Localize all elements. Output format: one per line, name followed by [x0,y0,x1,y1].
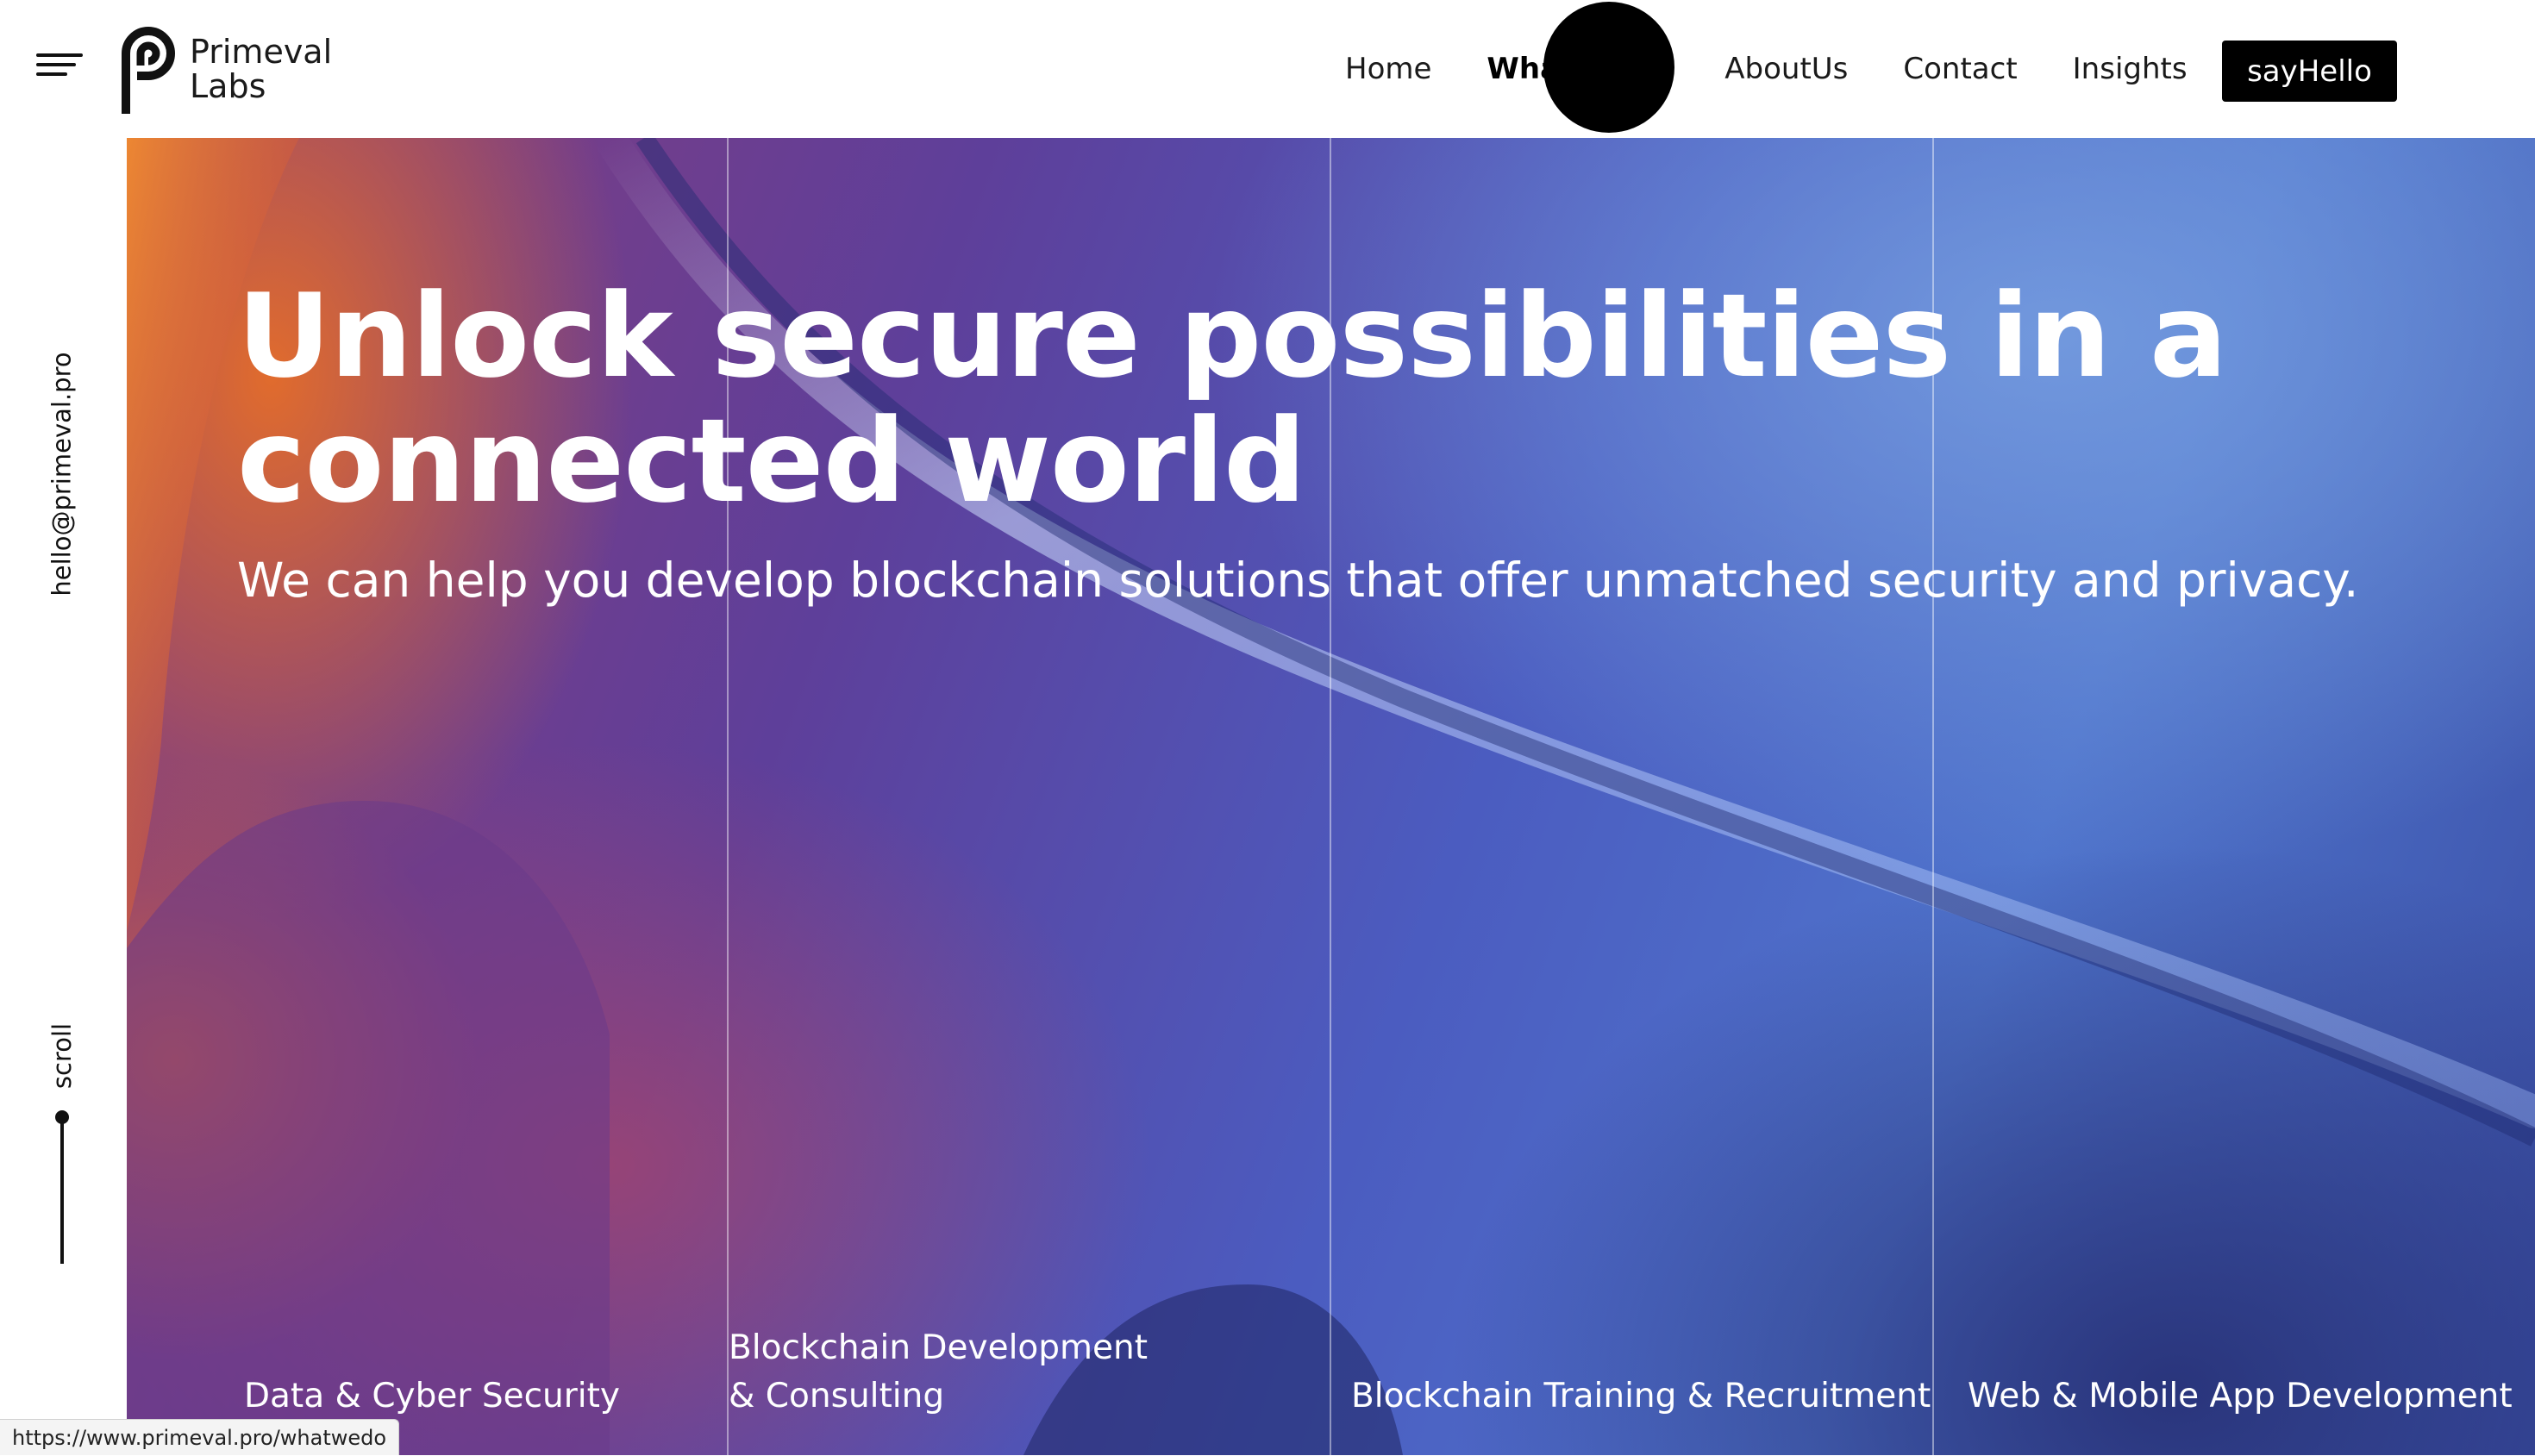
service-blockchain-development[interactable]: Blockchain Development & Consulting [729,1324,1177,1421]
nav-item-insights[interactable]: Insights [2073,52,2188,86]
sidebar-email-link[interactable]: hello@primeval.pro [43,345,81,603]
hero-section: Unlock secure possibilities in a connect… [127,138,2535,1455]
nav-item-home[interactable]: Home [1345,52,1431,86]
nav-item-contact[interactable]: Contact [1903,52,2017,86]
sidebar-email-text: hello@primeval.pro [47,352,78,597]
say-hello-button[interactable]: sayHello [2222,41,2397,102]
top-navigation-bar: Primeval Labs Home WhatWeDo AboutUs Cont… [0,0,2535,138]
service-web-mobile-app[interactable]: Web & Mobile App Development [1968,1372,2513,1421]
service-data-cyber-security[interactable]: Data & Cyber Security [244,1372,620,1421]
site-logo[interactable]: Primeval Labs [117,24,332,114]
logo-wordmark: Primeval Labs [190,33,333,105]
scroll-indicator[interactable]: scroll [43,1017,81,1095]
primeval-p-logo-icon [122,27,175,114]
main-nav: Home WhatWeDo AboutUs Contact Insights [1345,0,2243,138]
scroll-progress-line [60,1117,64,1264]
link-status-bar: https://www.primeval.pro/whatwedo [0,1419,400,1455]
nav-item-whatwedo[interactable]: WhatWeDo [1487,52,1669,86]
hamburger-menu-icon[interactable] [36,53,83,79]
hero-title: Unlock secure possibilities in a connect… [237,269,2227,528]
service-blockchain-training[interactable]: Blockchain Training & Recruitment [1351,1372,1931,1421]
nav-item-aboutus[interactable]: AboutUs [1724,52,1848,86]
scroll-label: scroll [47,1022,78,1090]
nav-item-whatwedo-label: WhatWeDo [1487,52,1670,86]
hero-subtitle: We can help you develop blockchain solut… [237,553,2359,608]
